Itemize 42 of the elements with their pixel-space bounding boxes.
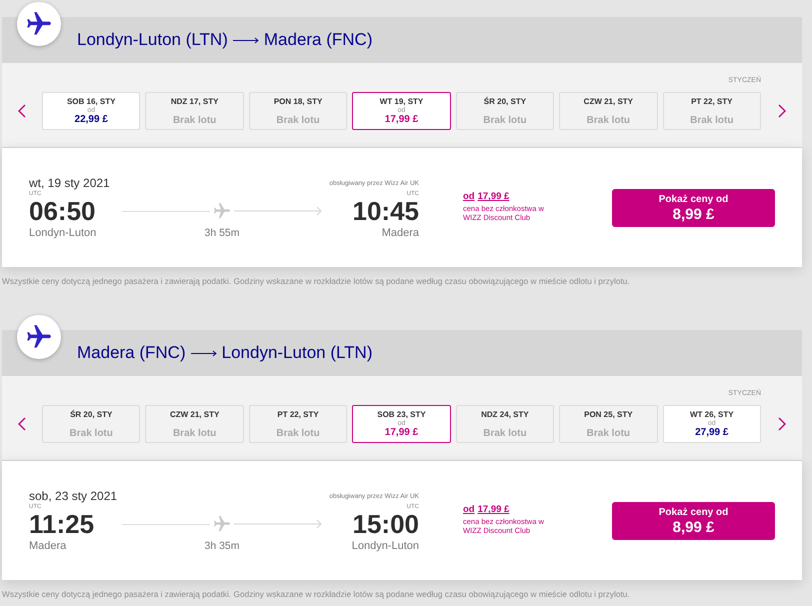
standard-fare-link[interactable]: od 17,99 £	[463, 504, 510, 516]
standard-fare-link[interactable]: od 17,99 £	[463, 191, 510, 203]
route-origin: Madera (FNC)	[77, 342, 186, 364]
arrival-time: 10:45	[352, 198, 419, 224]
flight-duration: 3h 35m	[204, 540, 240, 553]
date-tile[interactable]: ŚR 20, STY Brak lotu	[42, 405, 140, 443]
route-destination: Madera (FNC)	[264, 29, 372, 51]
date-tile[interactable]: PT 22, STY Brak lotu	[248, 405, 348, 443]
date-tile[interactable]: PT 22, STY Brak lotu	[662, 92, 761, 130]
date-tile[interactable]: CZW 21, STY Brak lotu	[145, 405, 244, 443]
airplane-icon	[214, 516, 230, 532]
chevron-left-icon	[18, 104, 26, 118]
departure-city: Londyn-Luton	[29, 227, 96, 240]
flight-duration: 3h 55m	[204, 227, 240, 240]
date-tile[interactable]: ŚR 20, STY Brak lotu	[456, 92, 554, 130]
airplane-icon	[214, 203, 230, 219]
date-tile[interactable]: NDZ 24, STY Brak lotu	[456, 405, 554, 443]
arrival-time: 15:00	[352, 511, 419, 537]
date-tile[interactable]: PON 18, STY Brak lotu	[248, 92, 348, 130]
footnote-text: Wszystkie ceny dotyczą jednego pasażera i zawierają podatki. Godziny wskazane w rozkładzie lotów są podane według czasu obowiązującego w mieście odlotu i przylotu.	[2, 589, 631, 599]
show-prices-button[interactable]: Pokaż ceny od 8,99 £	[612, 189, 775, 227]
long-arrow-icon	[232, 36, 259, 44]
flight-date: wt, 19 sty 2021	[29, 176, 110, 190]
long-arrow-icon	[190, 350, 217, 356]
airplane-icon	[17, 2, 61, 46]
departure-time: 11:25	[29, 511, 94, 537]
flight-date: sob, 23 sty 2021	[29, 489, 118, 504]
departure-city: Madera	[29, 540, 66, 553]
arrival-city: Londyn-Luton	[352, 540, 419, 553]
date-tile[interactable]: NDZ 17, STY Brak lotu	[145, 92, 244, 130]
show-prices-button[interactable]: Pokaż ceny od 8,99 £	[612, 502, 775, 540]
route-destination: Londyn-Luton (LTN)	[222, 342, 372, 364]
date-tile[interactable]: PON 25, STY Brak lotu	[559, 405, 658, 443]
route-origin: Londyn-Luton (LTN)	[77, 29, 228, 51]
chevron-right-icon	[778, 104, 786, 118]
departure-time: 06:50	[29, 198, 96, 224]
chevron-right-icon	[778, 417, 786, 431]
chevron-left-icon	[18, 417, 26, 431]
date-tile[interactable]: CZW 21, STY Brak lotu	[559, 92, 658, 130]
footnote-text: Wszystkie ceny dotyczą jednego pasażera i zawierają podatki. Godziny wskazane w rozkładzie lotów są podane według czasu obowiązującego w mieście odlotu i przylotu.	[2, 276, 631, 286]
arrival-city: Madera	[382, 227, 419, 240]
airplane-icon	[17, 315, 61, 359]
